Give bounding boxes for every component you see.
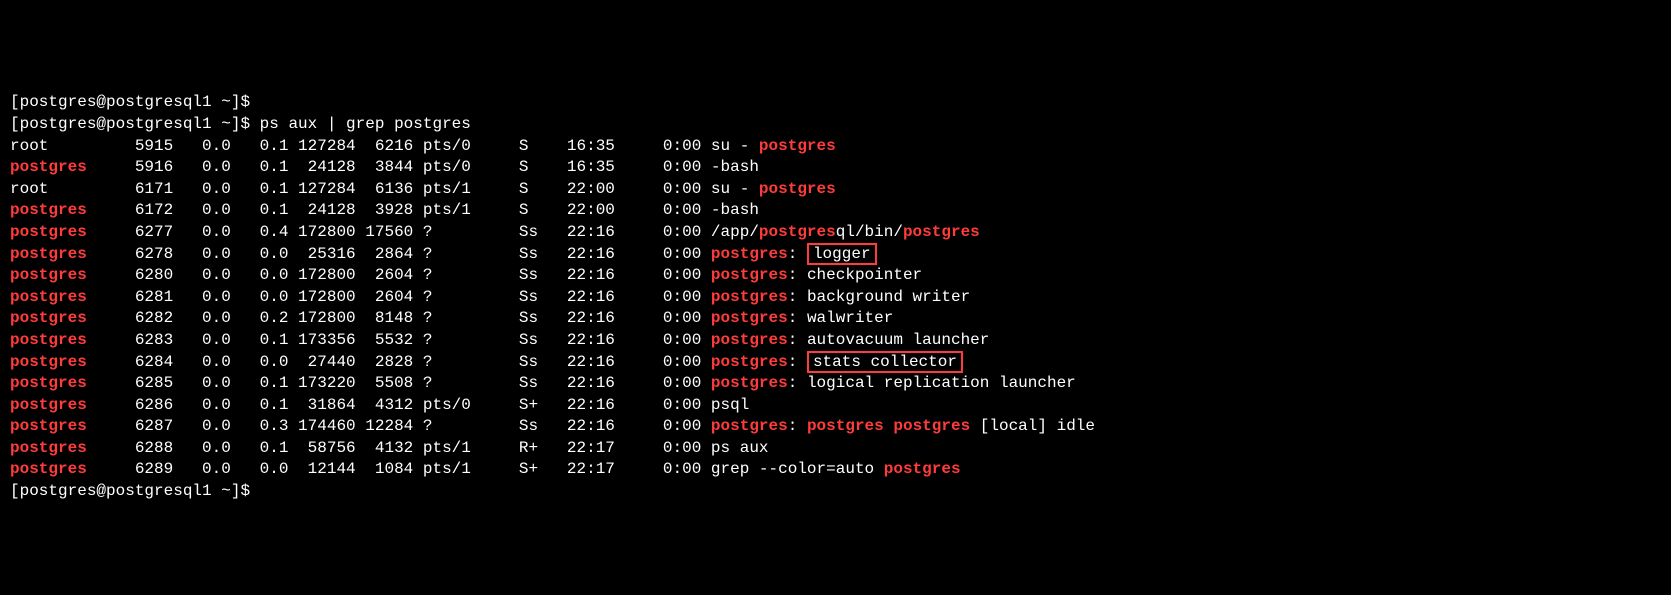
process-row: postgres 6277 0.0 0.4 172800 17560 ? Ss … <box>10 222 1095 244</box>
process-row: postgres 6286 0.0 0.1 31864 4312 pts/0 S… <box>10 395 1095 417</box>
command-text: ps aux | grep postgres <box>260 115 471 133</box>
process-row: root 5915 0.0 0.1 127284 6216 pts/0 S 16… <box>10 136 1095 158</box>
prompt-line: [postgres@postgresql1 ~]$ <box>10 92 1095 114</box>
process-row: postgres 6287 0.0 0.3 174460 12284 ? Ss … <box>10 416 1095 438</box>
command-line: [postgres@postgresql1 ~]$ ps aux | grep … <box>10 114 1095 136</box>
process-row: postgres 6283 0.0 0.1 173356 5532 ? Ss 2… <box>10 330 1095 352</box>
process-row: root 6171 0.0 0.1 127284 6136 pts/1 S 22… <box>10 179 1095 201</box>
process-row: postgres 6282 0.0 0.2 172800 8148 ? Ss 2… <box>10 308 1095 330</box>
process-row: postgres 6278 0.0 0.0 25316 2864 ? Ss 22… <box>10 244 1095 266</box>
terminal-output: [postgres@postgresql1 ~]$ [postgres@post… <box>10 92 1095 502</box>
process-row: postgres 6285 0.0 0.1 173220 5508 ? Ss 2… <box>10 373 1095 395</box>
process-row: postgres 6172 0.0 0.1 24128 3928 pts/1 S… <box>10 200 1095 222</box>
process-row: postgres 6289 0.0 0.0 12144 1084 pts/1 S… <box>10 459 1095 481</box>
process-row: postgres 6281 0.0 0.0 172800 2604 ? Ss 2… <box>10 287 1095 309</box>
process-row: postgres 5916 0.0 0.1 24128 3844 pts/0 S… <box>10 157 1095 179</box>
process-row: postgres 6280 0.0 0.0 172800 2604 ? Ss 2… <box>10 265 1095 287</box>
prompt-line[interactable]: [postgres@postgresql1 ~]$ <box>10 481 1095 503</box>
process-row: postgres 6284 0.0 0.0 27440 2828 ? Ss 22… <box>10 352 1095 374</box>
process-row: postgres 6288 0.0 0.1 58756 4132 pts/1 R… <box>10 438 1095 460</box>
